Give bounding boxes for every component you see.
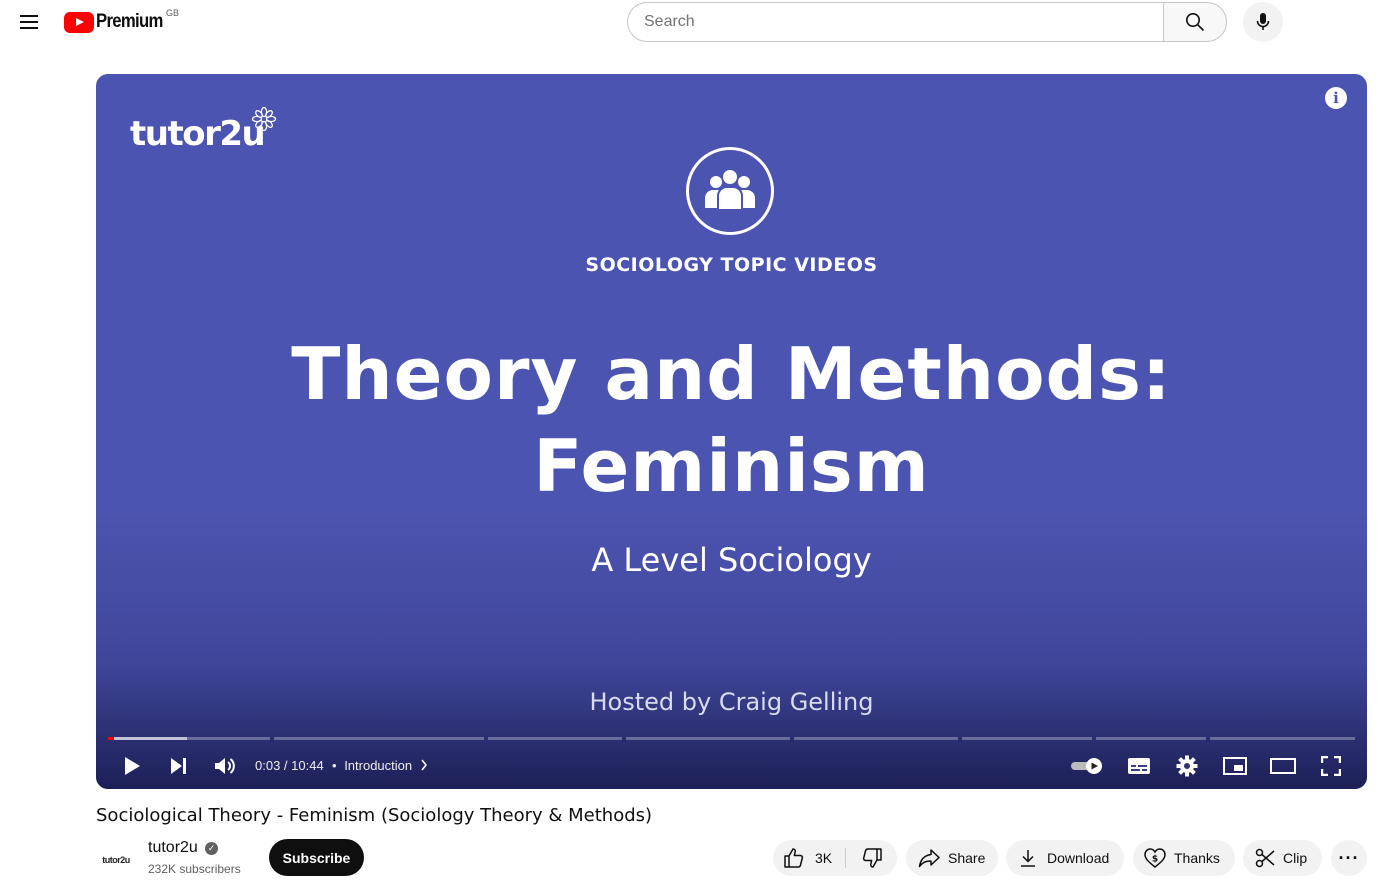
subtitles-button[interactable] [1123, 750, 1155, 782]
verified-badge-icon: ✓ [205, 842, 218, 855]
chapter-segment[interactable] [1096, 737, 1206, 740]
channel-avatar[interactable]: tutor2u [96, 840, 136, 880]
download-button[interactable]: Download [1006, 840, 1124, 876]
fullscreen-button[interactable] [1315, 750, 1347, 782]
dislike-button[interactable] [846, 840, 897, 876]
theater-mode-button[interactable] [1267, 750, 1299, 782]
video-title: Sociological Theory - Feminism (Sociolog… [96, 805, 653, 826]
more-actions-button[interactable]: ··· [1331, 840, 1367, 876]
autoplay-icon [1071, 758, 1102, 774]
chapter-button[interactable]: • Introduction [332, 758, 428, 773]
time-display: 0:03 / 10:44 [255, 758, 324, 773]
share-button[interactable]: Share [906, 840, 998, 876]
menu-icon[interactable] [16, 10, 42, 34]
miniplayer-icon [1223, 757, 1247, 775]
search-icon [1186, 13, 1205, 32]
scissors-icon [1255, 848, 1275, 868]
download-icon [1021, 850, 1035, 867]
thanks-button[interactable]: $ Thanks [1133, 840, 1235, 876]
logo-text: Premium [96, 11, 163, 32]
mute-button[interactable] [208, 750, 242, 782]
youtube-premium-logo[interactable]: Premium [64, 11, 172, 33]
chapter-segment[interactable] [962, 737, 1092, 740]
channel-name[interactable]: tutor2u [148, 839, 198, 857]
microphone-icon [1256, 13, 1270, 30]
volume-icon [215, 758, 235, 774]
buffered-progress [114, 737, 187, 740]
topic-label: SOCIOLOGY TOPIC VIDEOS [585, 254, 878, 276]
settings-button[interactable] [1171, 750, 1203, 782]
slide-title-line-1: Theory and Methods: [291, 332, 1172, 416]
svg-text:$: $ [1152, 855, 1158, 865]
chapter-segment[interactable] [274, 737, 484, 740]
gear-icon [1176, 755, 1198, 777]
download-label: Download [1047, 850, 1110, 866]
progress-bar[interactable] [108, 737, 1355, 740]
next-button[interactable] [162, 750, 194, 782]
more-horizontal-icon: ··· [1338, 847, 1360, 868]
chapter-segment[interactable] [794, 737, 958, 740]
subtitles-icon [1128, 758, 1150, 774]
flower-logo-icon [251, 106, 277, 132]
voice-search-button[interactable] [1243, 2, 1283, 42]
clip-button[interactable]: Clip [1243, 840, 1322, 876]
subscriber-count: 232K subscribers [148, 862, 241, 876]
people-group-icon [686, 147, 774, 235]
like-dislike-group: 3K [773, 840, 897, 876]
chapter-title: Introduction [344, 758, 413, 773]
masthead: Premium GB [0, 0, 1384, 44]
tutor2u-brand-logo: tutor2u [130, 114, 266, 154]
chapter-segment[interactable] [1210, 737, 1355, 740]
autoplay-toggle[interactable] [1068, 750, 1108, 782]
played-progress [108, 737, 115, 740]
play-button[interactable] [116, 750, 148, 782]
video-player[interactable]: tutor2u i SOCIOLOGY TOPIC VIDEOS Theory … [96, 74, 1367, 789]
theater-mode-icon [1270, 758, 1296, 774]
youtube-play-icon [64, 11, 94, 33]
share-label: Share [948, 850, 986, 866]
player-controls: 0:03 / 10:44 • Introduction [96, 746, 1367, 786]
thanks-label: Thanks [1174, 850, 1220, 866]
chevron-right-icon [421, 759, 427, 771]
region-code: GB [166, 8, 180, 18]
thumbs-up-icon [784, 848, 804, 868]
share-icon [918, 849, 940, 868]
subscribe-button[interactable]: Subscribe [269, 839, 364, 876]
miniplayer-button[interactable] [1219, 750, 1251, 782]
slide-subtitle: A Level Sociology [591, 541, 872, 579]
play-icon [125, 757, 140, 775]
super-thanks-icon: $ [1144, 848, 1166, 868]
search-button[interactable] [1163, 2, 1227, 42]
slide-title-line-2: Feminism [533, 424, 930, 508]
info-icon[interactable]: i [1325, 87, 1347, 109]
chapter-segment[interactable] [488, 737, 622, 740]
fullscreen-icon [1321, 756, 1341, 776]
like-button[interactable]: 3K [773, 840, 845, 876]
skip-next-icon [171, 758, 186, 774]
search-input[interactable] [627, 2, 1164, 42]
chapter-segment[interactable] [626, 737, 790, 740]
chapter-separator: • [332, 758, 337, 773]
thumbs-down-icon [862, 848, 882, 868]
clip-label: Clip [1283, 850, 1308, 866]
like-count: 3K [815, 850, 833, 866]
hosted-by: Hosted by Craig Gelling [589, 688, 874, 716]
